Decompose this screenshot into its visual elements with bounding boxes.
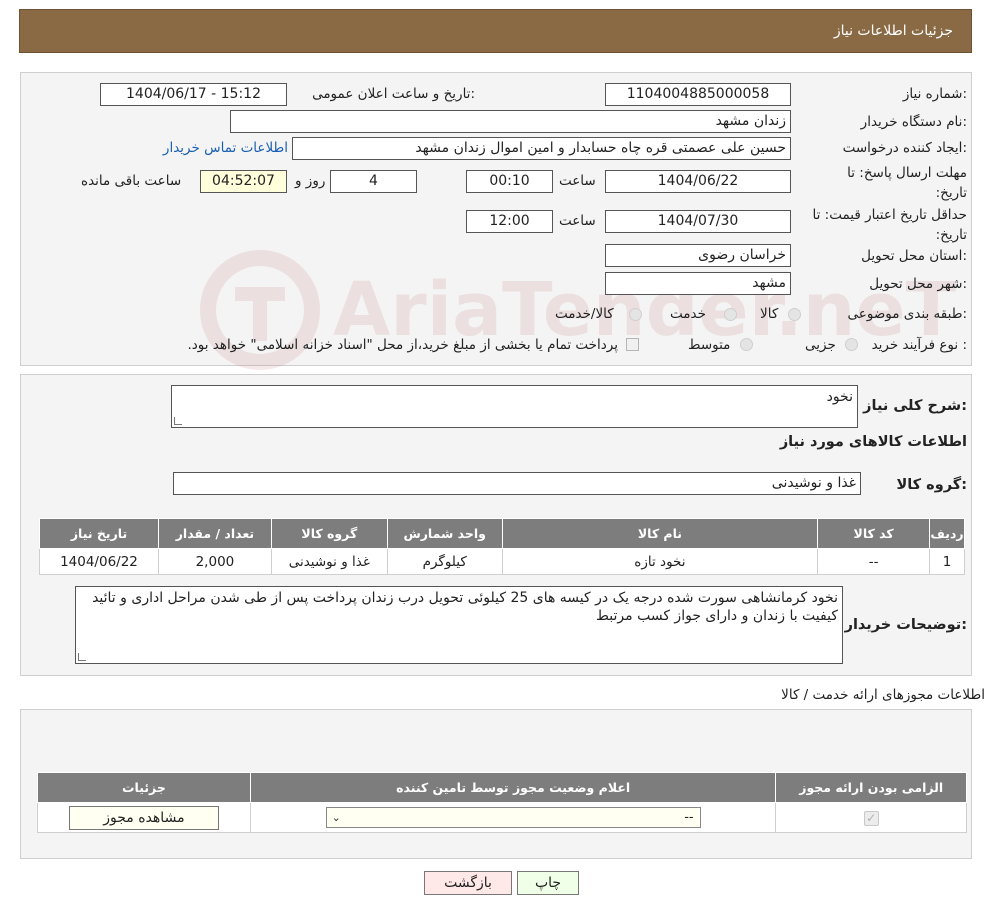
process-radio-medium[interactable] (740, 338, 753, 351)
process-option-medium: متوسط (688, 337, 731, 353)
announce-label: تاریخ و ساعت اعلان عمومی: (312, 86, 475, 102)
buyer-notes-label: توضیحات خریدار: (844, 617, 967, 633)
description-textarea[interactable]: نخود (171, 385, 858, 428)
cell-goods-code: -- (817, 548, 931, 575)
category-radio-service[interactable] (724, 308, 737, 321)
description-label: شرح کلی نیاز: (863, 398, 967, 414)
cell-goods-group: غذا و نوشیدنی (270, 548, 388, 575)
creator-label: ایجاد کننده درخواست: (842, 140, 967, 156)
announce-field: 1404/06/17 - 15:12 (100, 83, 287, 106)
table-row: ✓ -- ⌄ مشاهده مجوز (37, 802, 967, 833)
cell-permit-status: -- ⌄ (249, 802, 777, 833)
col-quantity: تعداد / مقدار (157, 518, 272, 549)
goods-table: ردیف کد کالا نام کالا واحد شمارش گروه کا… (39, 518, 965, 575)
permits-table-header-row: الزامی بودن ارائه مجوز اعلام وضعیت مجوز … (37, 772, 967, 803)
cell-permit-required: ✓ (775, 802, 967, 833)
validity-label: حداقل تاریخ اعتبار قیمت: تا تاریخ: (812, 207, 967, 243)
cell-unit: کیلوگرم (386, 548, 503, 575)
col-permit-required: الزامی بودن ارائه مجوز (775, 772, 967, 803)
deadline-label: مهلت ارسال پاسخ: تا تاریخ: (847, 165, 967, 201)
category-option-goods-service: کالا/خدمت (555, 306, 614, 322)
process-checkbox[interactable] (626, 338, 639, 351)
validity-date-field: 1404/07/30 (605, 210, 791, 233)
need-number-field: 1104004885000058 (605, 83, 791, 106)
category-radio-goods[interactable] (788, 308, 801, 321)
permits-section-title: اطلاعات مجوزهای ارائه خدمت / کالا (781, 687, 985, 703)
col-permit-details: جزئیات (37, 772, 251, 803)
remaining-time-field: 04:52:07 (200, 170, 287, 193)
col-row-number: ردیف (929, 518, 965, 549)
days-label: روز و (295, 173, 326, 189)
category-option-service: خدمت (670, 306, 706, 322)
buyer-field: زندان مشهد (230, 110, 791, 133)
category-label: طبقه بندی موضوعی: (847, 306, 967, 322)
col-permit-status: اعلام وضعیت مجوز توسط تامین کننده (249, 772, 777, 803)
col-goods-group: گروه کالا (270, 518, 388, 549)
permit-status-value: -- (684, 810, 694, 825)
col-goods-name: نام کالا (501, 518, 819, 549)
buyer-notes-textarea[interactable]: نخود کرمانشاهی سورت شده درجه یک در کیسه … (75, 586, 843, 664)
process-note: پرداخت تمام یا بخشی از مبلغ خرید،از محل … (187, 337, 618, 353)
resize-handle-icon[interactable] (174, 417, 182, 425)
view-permit-button[interactable]: مشاهده مجوز (68, 805, 219, 830)
goods-table-header-row: ردیف کد کالا نام کالا واحد شمارش گروه کا… (39, 518, 965, 549)
deadline-time-field: 00:10 (466, 170, 553, 193)
category-radio-goods-service[interactable] (629, 308, 642, 321)
goods-group-field: غذا و نوشیدنی (173, 472, 861, 495)
resize-handle-icon[interactable] (78, 653, 86, 661)
validity-time-field: 12:00 (466, 210, 553, 233)
province-label: استان محل تحویل: (861, 248, 967, 264)
permits-table: الزامی بودن ارائه مجوز اعلام وضعیت مجوز … (37, 772, 967, 833)
col-unit: واحد شمارش (386, 518, 503, 549)
print-button[interactable]: چاپ (517, 871, 579, 895)
cell-permit-details: مشاهده مجوز (37, 802, 251, 833)
cell-row-number: 1 (929, 548, 965, 575)
cell-goods-name: نخود تازه (501, 548, 819, 575)
chevron-down-icon: ⌄ (331, 811, 341, 824)
validity-time-label: ساعت (559, 213, 596, 229)
page-header: جزئیات اطلاعات نیاز (19, 9, 972, 53)
need-number-label: شماره نیاز: (902, 86, 967, 102)
back-button[interactable]: بازگشت (424, 871, 512, 895)
permit-status-select[interactable]: -- ⌄ (325, 807, 701, 828)
process-label: نوع فرآیند خرید : (871, 337, 967, 353)
province-field: خراسان رضوی (605, 244, 791, 267)
buyer-label: نام دستگاه خریدار: (860, 114, 967, 130)
cell-quantity: 2,000 (157, 548, 272, 575)
city-field: مشهد (605, 272, 791, 295)
process-radio-minor[interactable] (845, 338, 858, 351)
description-value: نخود (826, 389, 853, 405)
buyer-notes-value: نخود کرمانشاهی سورت شده درجه یک در کیسه … (92, 590, 838, 624)
days-field: 4 (330, 170, 417, 193)
page-title: جزئیات اطلاعات نیاز (833, 23, 953, 39)
table-row: 1 -- نخود تازه کیلوگرم غذا و نوشیدنی 2,0… (39, 548, 965, 575)
col-need-date: تاریخ نیاز (39, 518, 159, 549)
creator-field: حسین علی عصمتی قره چاه حسابدار و امین ام… (292, 137, 791, 160)
deadline-date-field: 1404/06/22 (605, 170, 791, 193)
permit-required-checkbox: ✓ (863, 810, 879, 826)
buyer-contact-link[interactable]: اطلاعات تماس خریدار (163, 140, 288, 156)
deadline-time-label: ساعت (559, 173, 596, 189)
goods-group-label: گروه کالا: (896, 477, 967, 493)
col-goods-code: کد کالا (817, 518, 931, 549)
city-label: شهر محل تحویل: (869, 276, 967, 292)
cell-need-date: 1404/06/22 (39, 548, 159, 575)
remaining-label: ساعت باقی مانده (81, 173, 182, 189)
goods-section-title: اطلاعات کالاهای مورد نیاز (779, 434, 967, 450)
category-option-goods: کالا (760, 306, 779, 322)
process-option-minor: جزیی (805, 337, 836, 353)
